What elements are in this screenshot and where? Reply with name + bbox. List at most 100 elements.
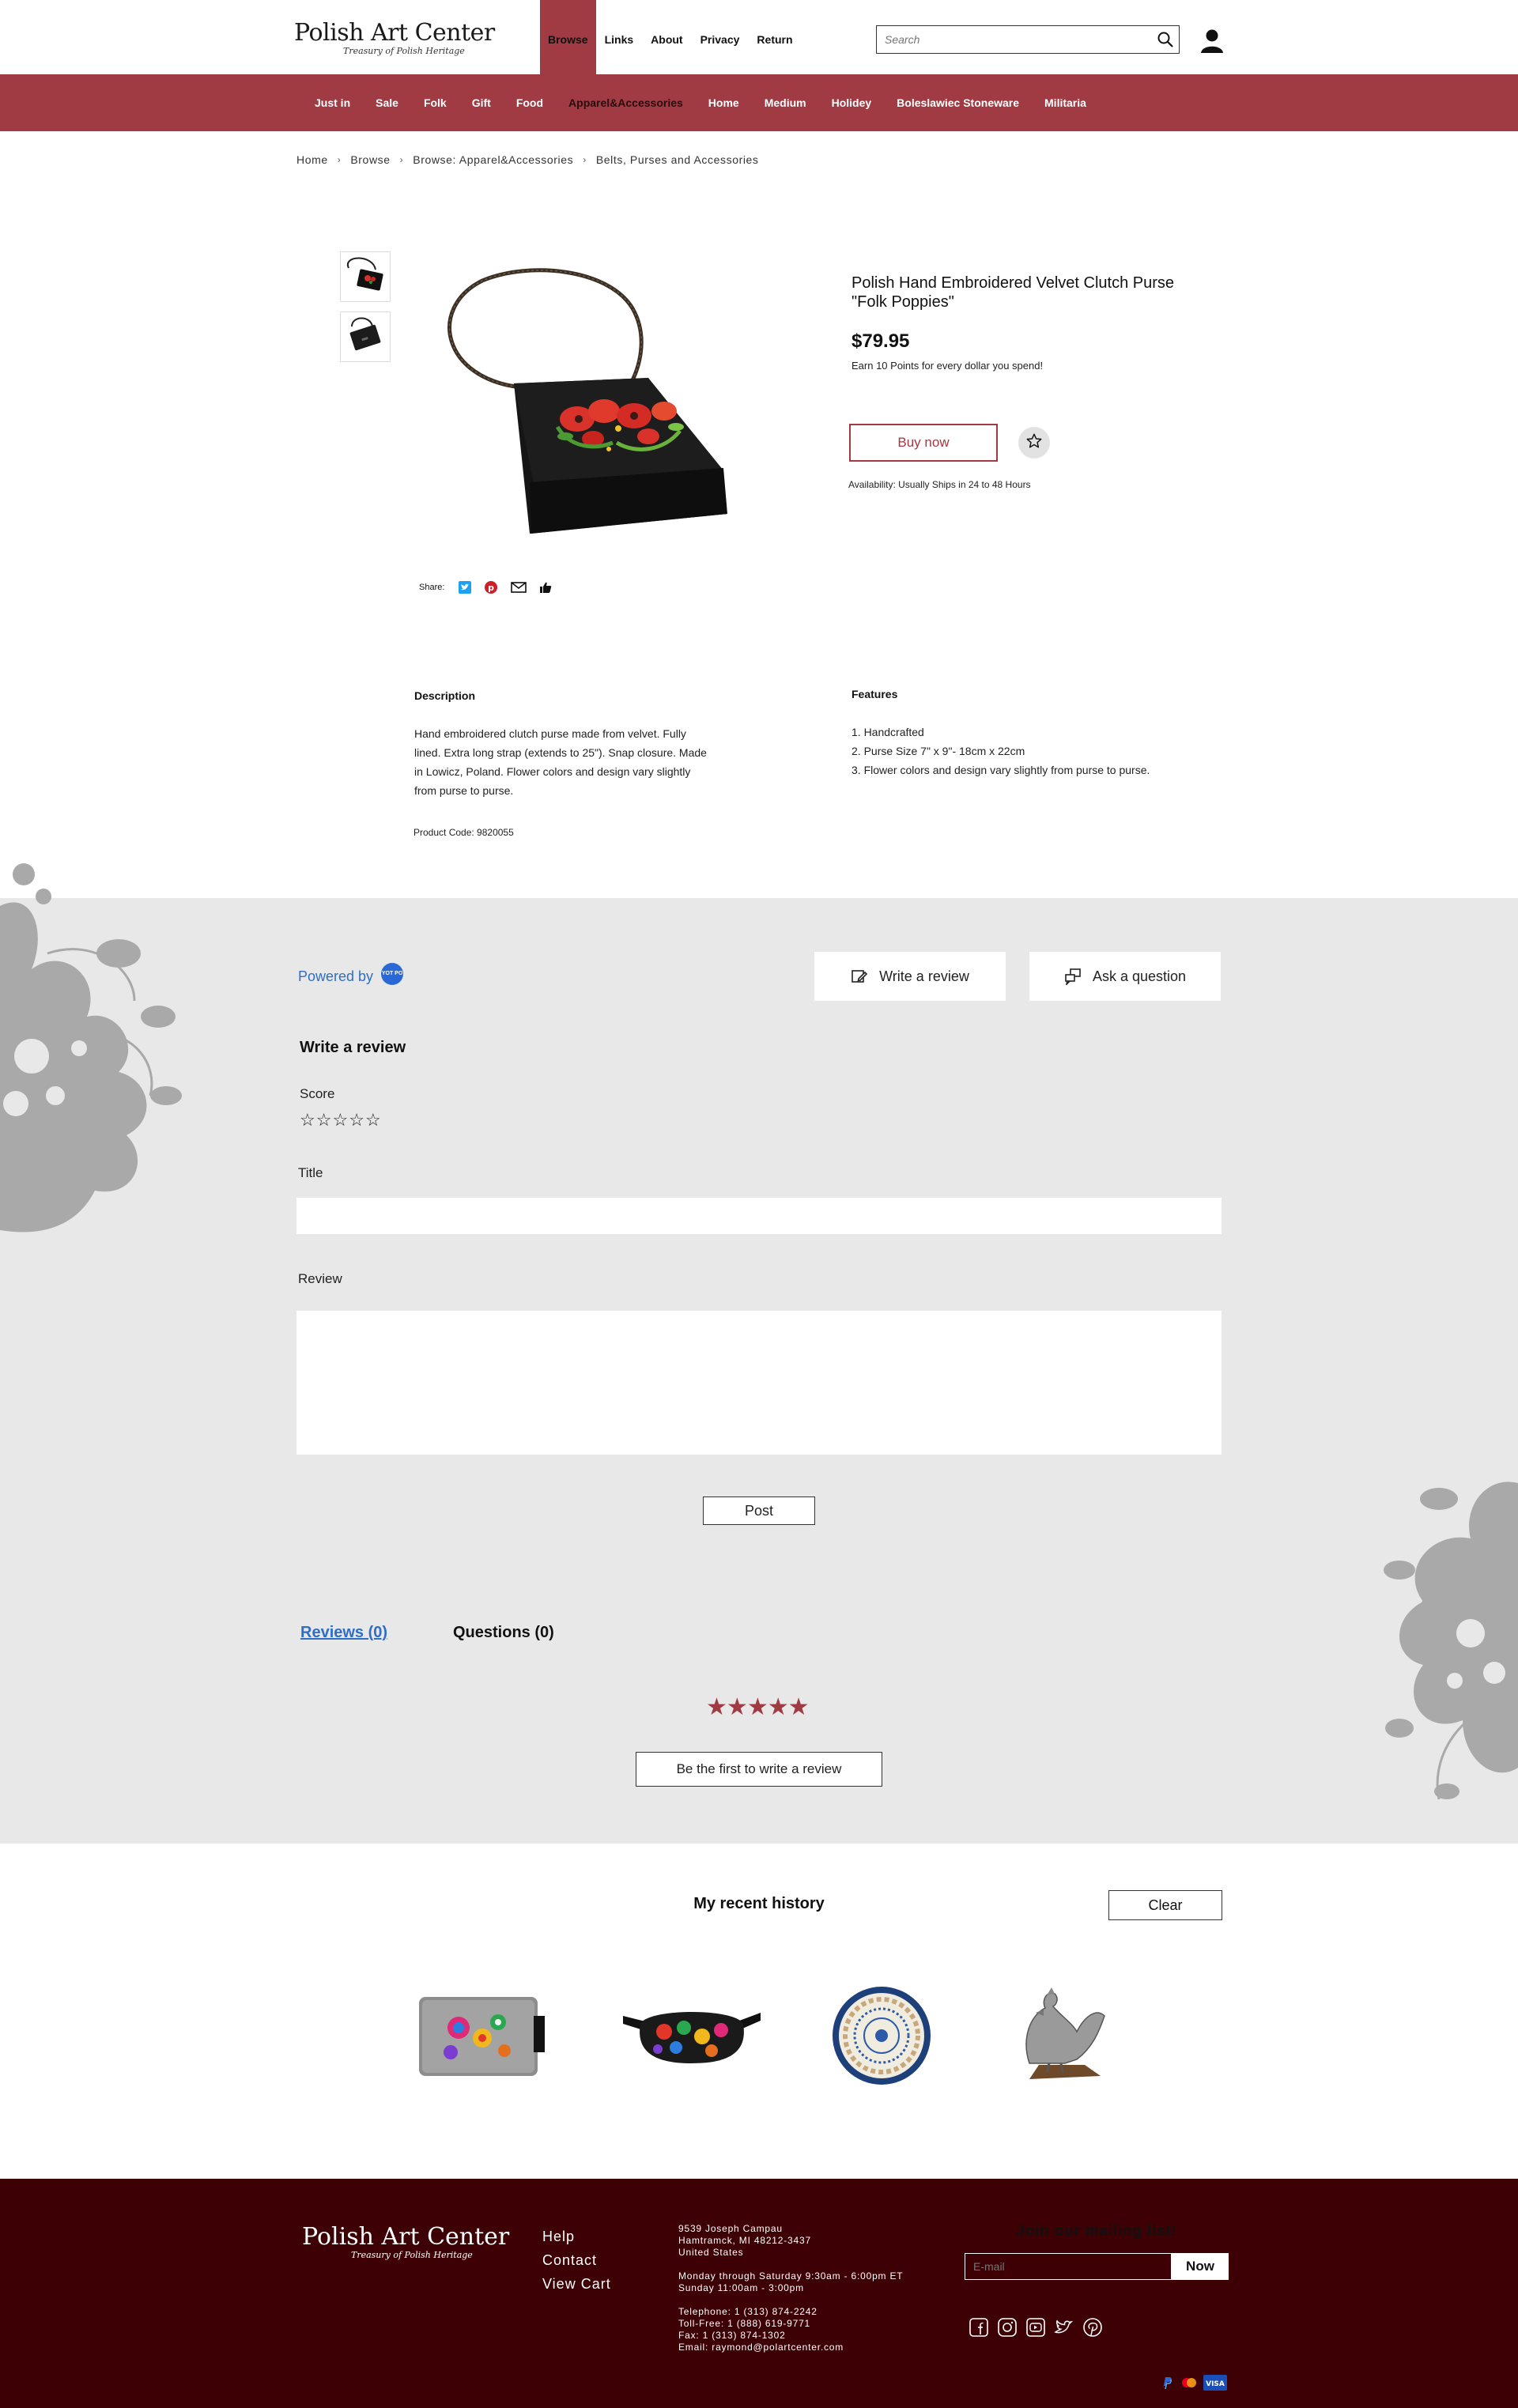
footer-links: Help Contact View Cart [542, 2225, 611, 2296]
features-heading: Features [852, 688, 898, 700]
like-share-icon[interactable] [539, 581, 552, 594]
category-militaria[interactable]: Militaria [1032, 96, 1099, 109]
category-gift[interactable]: Gift [459, 96, 504, 109]
category-home[interactable]: Home [696, 96, 752, 109]
svg-text:VISA: VISA [1206, 2380, 1225, 2388]
email-share-icon[interactable] [511, 582, 527, 593]
search-box [876, 25, 1180, 54]
chat-bubbles-icon [1064, 968, 1082, 985]
first-review-button[interactable]: Be the first to write a review [636, 1752, 882, 1787]
ask-question-button[interactable]: Ask a question [1029, 952, 1221, 1001]
recent-item-fanny-pack[interactable] [617, 1984, 767, 2091]
category-food[interactable]: Food [504, 96, 556, 109]
tab-reviews[interactable]: Reviews (0) [300, 1624, 387, 1642]
star-outline-icon[interactable]: ☆ [365, 1110, 381, 1130]
email-line[interactable]: Email: raymond@polartcenter.com [678, 2342, 903, 2353]
tollfree-line: Toll-Free: 1 (888) 619-9771 [678, 2318, 811, 2329]
nav-privacy[interactable]: Privacy [692, 0, 749, 74]
star-outline-icon[interactable]: ☆ [349, 1110, 364, 1130]
address-line: United States [678, 2247, 744, 2258]
footer-link-contact[interactable]: Contact [542, 2248, 611, 2272]
star-filled-icon: ★ [726, 1694, 748, 1720]
pinterest-icon[interactable] [1082, 2316, 1104, 2338]
footer-address: 9539 Joseph Campau Hamtramck, MI 48212-3… [678, 2223, 903, 2353]
recent-item-felt-purse[interactable] [411, 1984, 553, 2091]
user-account-icon[interactable] [1200, 28, 1224, 58]
breadcrumb-current[interactable]: Belts, Purses and Accessories [596, 153, 759, 166]
pencil-icon [851, 968, 868, 985]
star-outline-icon[interactable]: ☆ [332, 1110, 348, 1130]
twitter-share-icon[interactable] [459, 581, 472, 594]
buy-now-button[interactable]: Buy now [849, 424, 998, 462]
category-folk[interactable]: Folk [411, 96, 459, 109]
instagram-icon[interactable] [996, 2316, 1018, 2338]
powered-by-yotpo[interactable]: Powered by YOT PO [298, 963, 404, 985]
powered-by-label: Powered by [298, 968, 374, 984]
tab-questions[interactable]: Questions (0) [453, 1624, 554, 1642]
star-outline-icon[interactable]: ☆ [300, 1110, 315, 1130]
footer-link-help[interactable]: Help [542, 2225, 611, 2248]
write-review-label: Write a review [879, 968, 969, 984]
twitter-icon[interactable] [1053, 2316, 1075, 2338]
phone-line: Telephone: 1 (313) 874-2242 [678, 2306, 818, 2317]
youtube-icon[interactable] [1025, 2316, 1047, 2338]
social-links [968, 2316, 1110, 2338]
fax-line: Fax: 1 (313) 874-1302 [678, 2330, 786, 2341]
recent-item-stoneware-plate[interactable] [826, 1984, 937, 2091]
description-heading: Description [414, 689, 476, 702]
search-icon[interactable] [1157, 31, 1174, 52]
review-body-textarea[interactable] [296, 1311, 1222, 1455]
product-price: $79.95 [852, 330, 910, 352]
review-title-input[interactable] [296, 1198, 1222, 1234]
category-sale[interactable]: Sale [363, 96, 411, 109]
star-outline-icon [1025, 432, 1043, 454]
chevron-right-icon: › [583, 154, 587, 165]
share-bar: Share: p [419, 580, 565, 594]
hours-line: Sunday 11:00am - 3:00pm [678, 2282, 804, 2293]
category-holiday[interactable]: Holidey [819, 96, 885, 109]
address-line: Hamtramck, MI 48212-3437 [678, 2235, 811, 2246]
logo-tagline: Treasury of Polish Heritage [343, 46, 465, 56]
category-boleslawiec[interactable]: Boleslawiec Stoneware [884, 96, 1032, 109]
product-image[interactable] [411, 261, 743, 561]
floral-decoration [0, 863, 182, 1232]
nav-browse[interactable]: Browse [540, 0, 596, 74]
clear-history-button[interactable]: Clear [1108, 1890, 1222, 1920]
footer-logo[interactable]: Polish Art Center Treasury of Polish Her… [302, 2223, 509, 2260]
top-nav: Browse Links About Privacy Return [540, 0, 802, 74]
breadcrumb-browse[interactable]: Browse [350, 153, 390, 166]
category-medium[interactable]: Medium [752, 96, 819, 109]
product-code: Product Code: 9820055 [413, 827, 514, 838]
nav-return[interactable]: Return [748, 0, 801, 74]
visa-icon: VISA [1203, 2375, 1227, 2391]
wishlist-button[interactable] [1018, 427, 1050, 459]
facebook-icon[interactable] [968, 2316, 990, 2338]
newsletter-email-input[interactable] [965, 2253, 1172, 2280]
feature-item: 3. Flower colors and design vary slightl… [852, 764, 1150, 776]
search-input[interactable] [877, 26, 1138, 52]
recent-item-rooster-figurine[interactable] [998, 1984, 1108, 2091]
breadcrumb-home[interactable]: Home [296, 153, 328, 166]
nav-links[interactable]: Links [596, 0, 643, 74]
rating-stars: ★ ★ ★ ★ ★ [706, 1694, 810, 1721]
svg-text:p: p [488, 583, 494, 593]
recent-history-title: My recent history [693, 1895, 825, 1912]
star-outline-icon[interactable]: ☆ [316, 1110, 332, 1130]
category-apparel-accessories[interactable]: Apparel&Accessories [556, 96, 696, 109]
pinterest-share-icon[interactable]: p [484, 580, 498, 594]
product-thumbnail-1[interactable] [340, 251, 391, 302]
footer-link-view-cart[interactable]: View Cart [542, 2272, 611, 2296]
paypal-icon [1159, 2375, 1175, 2391]
product-thumbnail-2[interactable] [340, 311, 391, 362]
category-just-in[interactable]: Just in [302, 96, 363, 109]
site-logo[interactable]: Polish Art Center Treasury of Polish Her… [294, 19, 495, 60]
feature-item: 1. Handcrafted [852, 726, 924, 738]
nav-about[interactable]: About [642, 0, 691, 74]
post-review-button[interactable]: Post [703, 1497, 815, 1525]
write-review-button[interactable]: Write a review [814, 952, 1006, 1001]
address-line: 9539 Joseph Campau [678, 2223, 783, 2234]
newsletter-subscribe-button[interactable]: Now [1172, 2253, 1229, 2280]
reward-points-text: Earn 10 Points for every dollar you spen… [852, 360, 1044, 372]
features-list: 1. Handcrafted 2. Purse Size 7" x 9"- 18… [852, 723, 1160, 779]
breadcrumb-category[interactable]: Browse: Apparel&Accessories [413, 153, 573, 166]
